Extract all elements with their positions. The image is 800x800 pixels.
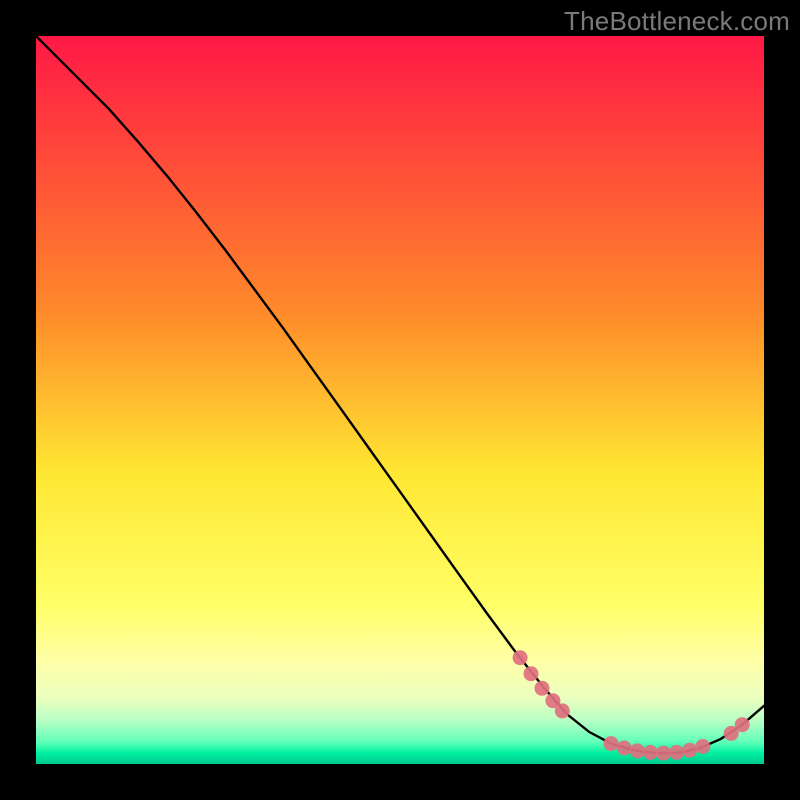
data-point [535,681,550,696]
data-point [604,736,619,751]
data-point [617,741,632,756]
data-point [669,745,684,760]
data-point [695,739,710,754]
data-point [735,717,750,732]
data-point [682,743,697,758]
chart-frame: TheBottleneck.com [0,0,800,800]
data-point [643,745,658,760]
data-point [630,743,645,758]
data-point [524,666,539,681]
data-point [513,650,528,665]
chart-svg [36,36,764,764]
plot-area [36,36,764,764]
data-point [555,703,570,718]
gradient-background [36,36,764,764]
data-point [656,746,671,761]
watermark-text: TheBottleneck.com [564,6,790,37]
